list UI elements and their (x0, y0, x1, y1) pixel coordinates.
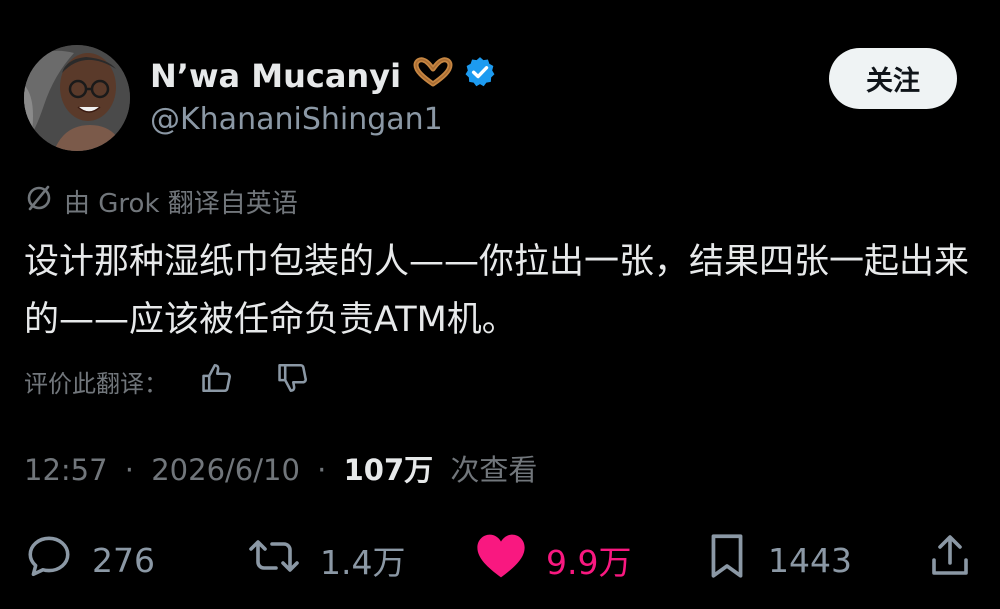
retweet-icon (246, 531, 302, 589)
author-display-name-row[interactable]: N’wa Mucanyi (150, 55, 497, 97)
reply-button[interactable]: 276 (24, 525, 155, 595)
tweet-meta: 12:57 · 2026/6/10 · 107万 次查看 (24, 449, 537, 491)
tweet-text: 设计那种湿纸巾包装的人——你拉出一张，结果四张一起出来的——应该被任命负责ATM… (24, 242, 970, 340)
translation-notice-text: 由 Grok 翻译自英语 (64, 189, 298, 219)
retweet-button[interactable]: 1.4万 (246, 525, 405, 595)
rate-translation-label: 评价此翻译： (24, 370, 168, 398)
share-icon (926, 531, 974, 589)
avatar[interactable] (24, 45, 130, 151)
tweet-time[interactable]: 12:57 (24, 453, 108, 487)
bookmark-icon (704, 531, 750, 589)
bookmark-count: 1443 (768, 540, 852, 580)
rate-translation-row: 评价此翻译： (24, 361, 310, 407)
bookmark-button[interactable]: 1443 (704, 525, 852, 595)
translation-notice[interactable]: 由 Grok 翻译自英语 (24, 183, 298, 225)
reply-icon (24, 531, 74, 589)
verified-badge-icon[interactable] (463, 55, 497, 97)
thumbs-up-icon[interactable] (200, 361, 234, 407)
tweet-date[interactable]: 2026/6/10 (151, 453, 300, 487)
reply-count: 276 (92, 540, 155, 580)
slash-circle-icon (24, 183, 54, 225)
meta-separator: · (124, 453, 135, 487)
thumbs-down-icon[interactable] (276, 361, 310, 407)
author-display-name[interactable]: N’wa Mucanyi (150, 56, 401, 96)
author-handle[interactable]: @KhananiShingan1 (150, 101, 443, 139)
views-count: 107万 (343, 453, 434, 487)
follow-button[interactable]: 关注 (829, 48, 957, 109)
tweet-action-bar: 276 1.4万 9.9万 1443 (0, 525, 1000, 595)
views-label: 次查看 (450, 453, 538, 487)
share-button[interactable] (926, 525, 974, 595)
heart-hands-icon (413, 57, 453, 95)
like-count: 9.9万 (546, 543, 632, 582)
meta-separator: · (317, 453, 327, 487)
retweet-count: 1.4万 (320, 543, 406, 582)
heart-icon (474, 531, 528, 589)
like-button[interactable]: 9.9万 (474, 525, 631, 595)
